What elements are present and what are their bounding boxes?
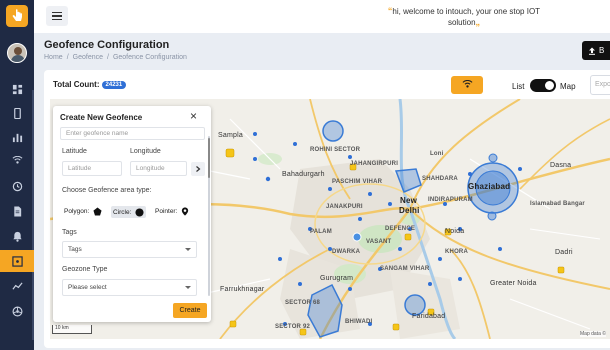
breadcrumb-home[interactable]: Home [44, 54, 63, 61]
create-button[interactable]: Create [173, 303, 207, 318]
total-count: Total Count: 24231 [53, 80, 127, 89]
map-label-bahadurgarh: Bahadurgarh [282, 171, 325, 178]
map-label-sector-92: SECTOR 92 [275, 324, 311, 330]
map-label-paschim-vihar: PASCHIM VIHAR [332, 179, 383, 185]
map-label-dadri: Dadri [555, 249, 573, 256]
map-label-indirapuram: INDIRAPURAM [428, 197, 473, 203]
sidebar-item-dashboard[interactable] [0, 78, 34, 100]
menu-toggle-button[interactable] [46, 6, 68, 26]
sidebar-item-history[interactable] [0, 175, 34, 197]
dashboard-icon [12, 84, 22, 94]
map-label-vasant: VASANT [366, 239, 392, 245]
chevron-right-icon [196, 166, 201, 172]
close-icon[interactable]: × [190, 110, 197, 122]
map-view-label[interactable]: Map [560, 82, 576, 91]
map-label-islamabad: Islamabad Bangar [530, 201, 585, 207]
map-label-ghaziabad: Ghaziabad [468, 182, 511, 191]
geofence-name-input[interactable] [60, 127, 205, 140]
geozone-type-label: Geozone Type [62, 266, 108, 273]
list-view-label[interactable]: List [512, 82, 524, 91]
document-icon [13, 205, 21, 217]
breadcrumb-geofence[interactable]: Geofence [73, 54, 103, 61]
map-label-noida: Noida [445, 228, 465, 235]
latitude-input[interactable] [62, 161, 122, 176]
polygon-icon [92, 206, 102, 216]
create-geofence-panel: Create New Geofence × Latitude Longitude… [53, 106, 211, 322]
page-title: Geofence Configuration [44, 39, 170, 51]
sidebar-item-geofence[interactable] [0, 250, 34, 272]
panel-title: Create New Geofence [60, 113, 143, 122]
circle-icon [134, 207, 144, 217]
locate-arrow-button[interactable] [191, 162, 205, 176]
sidebar-item-reports[interactable] [0, 126, 34, 148]
map-label-sampla: Sampla [218, 132, 243, 139]
bell-icon [12, 231, 22, 242]
map-label-faridabad: Faridabad [412, 313, 446, 320]
shape-option-circle[interactable]: Circle: [111, 206, 147, 218]
tags-label: Tags [62, 229, 77, 236]
wheel-icon [12, 306, 22, 316]
map-label-defence: DEFENCE [385, 226, 416, 232]
sidebar-item-alerts[interactable] [0, 225, 34, 247]
sidebar-item-devices[interactable] [0, 102, 34, 124]
shape-type-label: Choose Geofence area type: [62, 187, 152, 194]
geozone-type-select[interactable]: Please select [62, 279, 197, 296]
map-label-loni: Loni [430, 151, 444, 157]
map-label-gurugram: Gurugram [320, 275, 354, 282]
device-icon [13, 107, 21, 119]
history-icon [12, 181, 22, 191]
trend-icon [11, 281, 23, 290]
map-label-farrukhnagar: Farrukhnagar [220, 286, 265, 293]
chart-icon [12, 133, 22, 142]
map-label-dwarka: DWARKA [332, 249, 361, 255]
welcome-message: “hi, welcome to intouch, your one stop I… [387, 6, 541, 27]
upload-button[interactable]: B [582, 41, 610, 60]
latitude-label: Latitude [62, 148, 87, 155]
map-label-sector-68: SECTOR 68 [285, 300, 321, 306]
top-header: “hi, welcome to intouch, your one stop I… [34, 0, 610, 33]
avatar[interactable] [7, 43, 27, 63]
map-label-palam: PALAM [310, 229, 332, 235]
breadcrumb-current: Geofence Configuration [112, 54, 187, 61]
breadcrumb: Home / Geofence / Geofence Configuration [44, 54, 187, 61]
map-label-delhi: Delhi [399, 206, 420, 215]
map-label-new: New [400, 196, 418, 205]
map-scale: 10 km [52, 325, 92, 334]
upload-icon [589, 47, 595, 55]
map-label-shahdara: SHAHDARA [422, 176, 458, 182]
chevron-down-icon [185, 248, 191, 251]
list-map-toggle[interactable] [530, 79, 556, 92]
signal-icon [12, 155, 22, 164]
map-label-rohini: ROHINI SECTOR [310, 147, 361, 153]
map-label-jahangirpuri: JAHANGIRPURI [350, 161, 399, 167]
map-label-khora: KHORA [445, 249, 468, 255]
chevron-down-icon [185, 286, 191, 289]
longitude-input[interactable] [130, 161, 187, 176]
geofence-icon [11, 255, 23, 267]
sidebar-item-signal[interactable] [0, 150, 34, 172]
geofence-signal-button[interactable] [451, 76, 483, 94]
sidebar-item-documents[interactable] [0, 200, 34, 222]
shape-option-polygon[interactable]: Polygon: [64, 206, 102, 216]
map-attribution: Map data © [580, 331, 606, 337]
count-badge: 24231 [101, 81, 127, 89]
tags-select[interactable]: Tags [62, 241, 197, 258]
longitude-label: Longitude [130, 148, 161, 155]
map-label-sangam-vihar: SANGAM VIHAR [380, 266, 430, 272]
sidebar-item-trends[interactable] [0, 275, 34, 297]
sidebar-item-vehicle[interactable] [0, 300, 34, 322]
export-field[interactable]: Expo [590, 75, 610, 95]
signal-icon [462, 79, 472, 88]
hand-pointer-icon [12, 9, 22, 21]
map-label-dasna: Dasna [550, 162, 572, 169]
map-pin-icon [180, 206, 190, 216]
panel-scrollbar[interactable] [208, 136, 210, 296]
map-label-bhiwadi: BHIWADI [345, 319, 373, 325]
sidebar [0, 0, 34, 350]
shape-option-pointer[interactable]: Pointer: [155, 206, 190, 216]
map-label-greater-noida: Greater Noida [490, 280, 537, 287]
map-label-janakpuri: JANAKPURI [326, 204, 363, 210]
app-logo[interactable] [6, 5, 28, 27]
